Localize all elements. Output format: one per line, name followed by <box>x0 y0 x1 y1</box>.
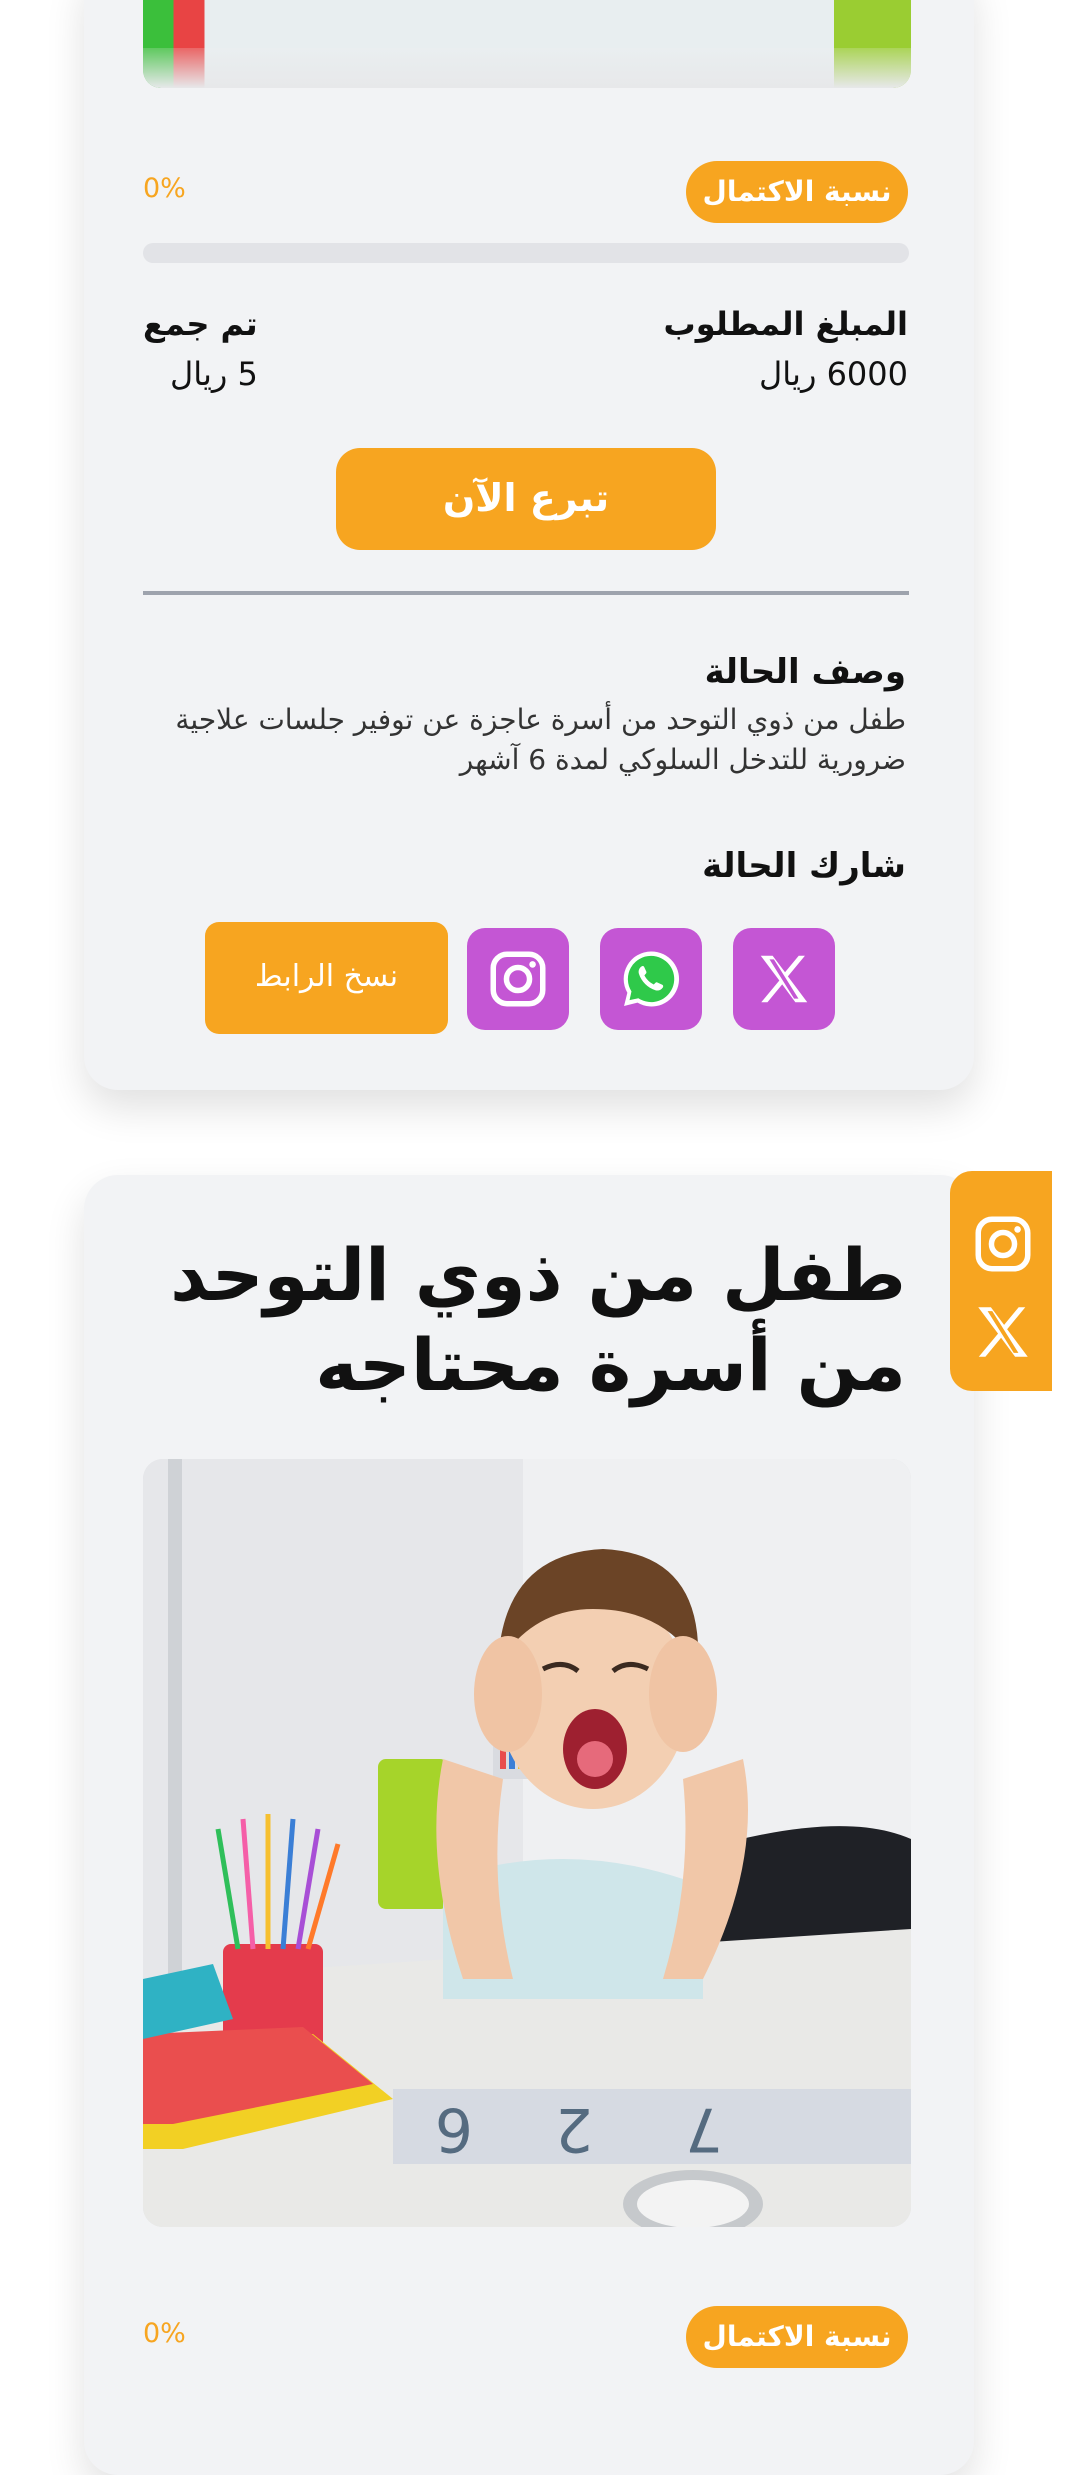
case-title-line-1: طفل من ذوي التوحد <box>170 1233 906 1317</box>
copy-link-button[interactable]: نسخ الرابط <box>205 922 448 1034</box>
instagram-icon[interactable] <box>970 1211 1036 1277</box>
case-title-line-2: من أسرة محتاجه <box>315 1323 906 1407</box>
share-instagram-button[interactable] <box>467 928 569 1030</box>
svg-text:6: 6 <box>435 2094 473 2164</box>
next-completion-badge: نسبة الاكتمال <box>686 2306 908 2368</box>
whatsapp-icon <box>623 951 680 1007</box>
x-icon <box>760 955 808 1003</box>
next-completion-percent: 0% <box>143 2318 186 2349</box>
collected-amount-label: تم جمع <box>143 305 258 343</box>
case-image: 6 2 7 <box>143 1459 911 2227</box>
share-whatsapp-button[interactable] <box>600 928 702 1030</box>
instagram-icon <box>490 951 546 1007</box>
progress-bar <box>143 243 909 263</box>
required-amount-label: المبلغ المطلوب <box>663 305 908 343</box>
case-photo-illustration: 6 2 7 <box>143 1459 911 2227</box>
required-amount-value: 6000 ريال <box>759 355 908 393</box>
description-text: طفل من ذوي التوحد من أسرة عاجزة عن توفير… <box>175 703 906 776</box>
side-share-tab[interactable] <box>950 1171 1052 1391</box>
collected-amount-value: 5 ريال <box>170 355 258 393</box>
donate-now-button[interactable]: تبرع الآن <box>336 448 716 550</box>
case-title: طفل من ذوي التوحد من أسرة محتاجه <box>146 1230 906 1410</box>
completion-percent: 0% <box>143 173 186 204</box>
share-x-button[interactable] <box>733 928 835 1030</box>
x-icon[interactable] <box>970 1299 1036 1365</box>
svg-text:2: 2 <box>555 2094 593 2164</box>
completion-badge: نسبة الاكتمال <box>686 161 908 223</box>
description-title: وصف الحالة <box>704 652 906 692</box>
svg-text:7: 7 <box>685 2094 723 2164</box>
share-title: شارك الحالة <box>702 846 906 886</box>
divider <box>143 591 909 595</box>
case-image-bottom <box>143 0 911 88</box>
